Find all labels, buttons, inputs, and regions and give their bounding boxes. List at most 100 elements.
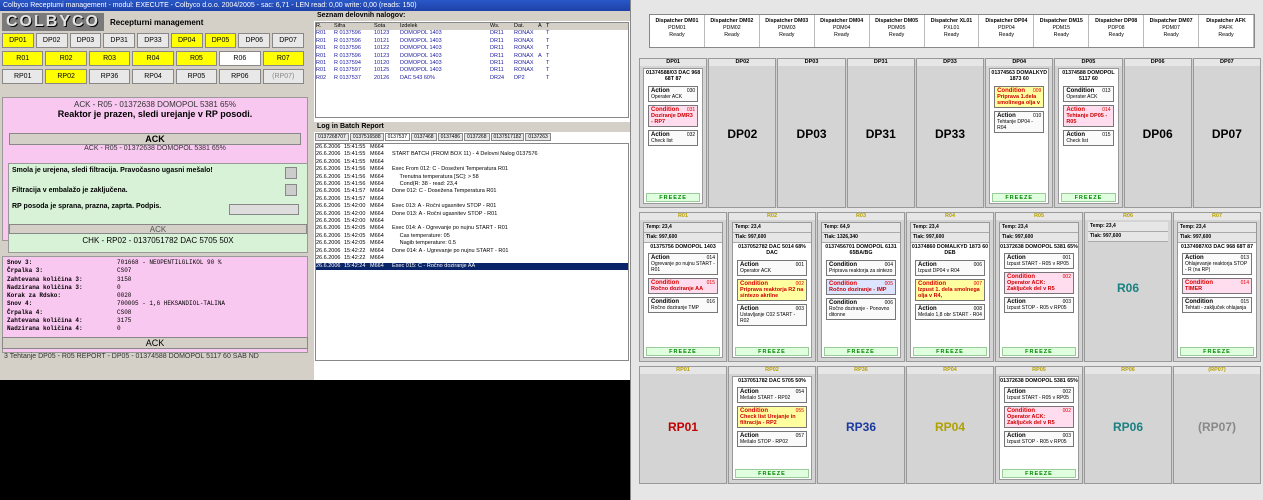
select-dp31-button[interactable]: DP31 (103, 33, 136, 48)
table-row[interactable]: R01 R 0137596 10121 DOMOPOL 1403 DR11 RONAX T (316, 38, 628, 45)
orders-col-header[interactable]: T (546, 23, 554, 30)
log-table[interactable]: 26.6.2006 15:41:55 M664 26.6.2006 15:41:55 M6… (315, 143, 629, 361)
step-card[interactable]: Action 015 Check list (1063, 129, 1114, 146)
unit-dp07[interactable]: DP07 DP07 (1192, 58, 1261, 208)
select-dp01-button[interactable]: DP01 (2, 33, 34, 48)
select-dp05-button[interactable]: DP05 (204, 33, 237, 48)
log-row[interactable]: 26.6.2006 15:41:55 M664 START BATCH (FROM B… (316, 151, 628, 158)
step-card[interactable]: Condition 015 Ročno doziranje AA (648, 278, 718, 295)
orders-table[interactable]: R. Šifra Šota Izdelek Ws. Dat. A T R01 R 0137596 1… (315, 22, 629, 118)
step-card[interactable]: Action 003 Izpust STOP - R05 v RP05 (1004, 431, 1074, 448)
step-card[interactable]: Action 002 Izpust START - R05 v RP05 (1004, 387, 1074, 404)
log-row[interactable]: 26.6.2006 15:42:00 M664 Done 013: A - Ročni… (316, 211, 628, 218)
tab-batch-0[interactable]: 0137268707 (315, 133, 349, 141)
step-card[interactable]: Condition 002 Operator ACK: Zaključek del … (1004, 272, 1074, 295)
select-dp03-button[interactable]: DP03 (69, 33, 102, 48)
table-row[interactable]: R02 R 0137537 20126 DAC 543 60% DR24 DP2 T (316, 75, 628, 82)
unit-rp06[interactable]: RP06 RP06 (1084, 366, 1172, 484)
freeze-button[interactable]: FREEZE (1180, 347, 1254, 356)
step-card[interactable]: Condition 013 Operater ACK (1063, 85, 1114, 102)
tab-batch-1[interactable]: 0137516588 (349, 133, 384, 141)
unit-dp03[interactable]: DP03 DP03 (777, 58, 846, 208)
freeze-button[interactable]: FREEZE (735, 469, 809, 478)
step-card[interactable]: Condition 002 Operator ACK: Zaključek del … (1004, 406, 1074, 429)
step-card[interactable]: Condition 016 Ročno doziranje TMP (648, 297, 718, 314)
unit-dp02[interactable]: DP02 DP02 (708, 58, 777, 208)
log-row[interactable]: 26.6.2006 15:41:55 M664 (316, 144, 628, 151)
unit-rp36[interactable]: RP36 RP36 (817, 366, 905, 484)
log-row[interactable]: 26.6.2006 15:42:22 M664 Done 014: A - Ugrev… (316, 248, 628, 255)
unit-rp05[interactable]: RP05 01372638 DOMOPOL 5381 65% Action 002 Iz… (995, 366, 1083, 484)
select-rp02-button[interactable]: RP02 (45, 69, 87, 84)
unit-r05[interactable]: R05 Temp: 23,4 Tlak: 997,600 01372638 DOMOP… (995, 212, 1083, 362)
signature-field[interactable] (229, 204, 299, 215)
unit-dp31[interactable]: DP31 DP31 (846, 58, 915, 208)
ack-button-3[interactable]: ACK (2, 337, 308, 349)
step-card[interactable]: Condition 014 TIMER (1182, 278, 1252, 295)
select-r01-button[interactable]: R01 (2, 51, 44, 66)
select-rp05-button[interactable]: RP05 (175, 69, 218, 84)
select-dp33-button[interactable]: DP33 (137, 33, 169, 48)
log-row[interactable]: 26.6.2006 15:42:05 M664 Nagib temperature:… (316, 240, 628, 247)
dispatcher-7[interactable]: Dispatcher DM15 PDM15 Ready (1034, 15, 1090, 47)
dispatcher-2[interactable]: Dispatcher DM03 PDM03 Ready (760, 15, 815, 47)
dispatcher-1[interactable]: Dispatcher DM02 PDM02 Ready (705, 15, 760, 47)
freeze-button[interactable]: FREEZE (824, 347, 898, 356)
freeze-button[interactable]: FREEZE (1061, 193, 1116, 202)
unit-rp02[interactable]: RP02 0137051782 DAC 5705 50% Action 054 Meša… (728, 366, 816, 484)
step-card[interactable]: Condition 006 Ročno doziranje - Ponovno di… (826, 297, 896, 320)
orders-col-header[interactable]: R. (316, 23, 334, 30)
unit-rp04[interactable]: RP04 RP04 (906, 366, 994, 484)
step-card[interactable]: Action 054 Mešalo START - RP02 (737, 387, 807, 404)
orders-col-header[interactable]: Ws. (490, 23, 514, 30)
dispatcher-10[interactable]: Dispatcher AFK PAFK Ready (1199, 15, 1254, 47)
table-row[interactable]: R01 R 0137596 10123 DOMOPOL 1403 DR11 RONAX T (316, 30, 628, 37)
step-card[interactable]: Action 006 Izpust DP04 v R04 (915, 259, 985, 276)
check-box-1[interactable] (285, 167, 297, 179)
dispatcher-4[interactable]: Dispatcher DM05 PDM05 Ready (870, 15, 925, 47)
table-row[interactable]: R01 R 0137594 10120 DOMOPOL 1403 DR11 RONAX T (316, 60, 628, 67)
select-r06-button[interactable]: R06 (219, 51, 261, 66)
step-card[interactable]: Condition 004 Priprava reaktorja za sintez… (826, 259, 896, 276)
log-row[interactable]: 26.6.2006 15:42:24 M664 Exec 015: C - Ročno… (316, 262, 628, 270)
step-card[interactable]: Action 014 Ogrevanje po nujnu START - R01 (648, 253, 718, 276)
table-row[interactable]: R01 R 0137596 10122 DOMOPOL 1403 DR11 RONAX T (316, 45, 628, 52)
select-dp07-button[interactable]: DP07 (272, 33, 304, 48)
log-row[interactable]: 26.6.2006 15:42:00 M664 Exec 013: A - Ročni… (316, 203, 628, 210)
step-card[interactable]: Action 014 Tehtanje DP05 - R05 (1063, 104, 1114, 127)
select-dp04-button[interactable]: DP04 (170, 33, 203, 48)
orders-col-header[interactable]: Šifra (334, 23, 374, 30)
log-row[interactable]: 26.6.2006 15:41:57 M664 (316, 196, 628, 203)
log-row[interactable]: 26.6.2006 15:41:56 M664 Exec From 012: C - … (316, 166, 628, 173)
log-row[interactable]: 26.6.2006 15:42:00 M664 (316, 218, 628, 225)
table-row[interactable]: R01 R 0137596 10123 DOMOPOL 1403 DR11 RONAX A T (316, 53, 628, 60)
freeze-button[interactable]: FREEZE (1002, 469, 1076, 478)
freeze-button[interactable]: FREEZE (1002, 347, 1076, 356)
ack-button[interactable]: ACK (9, 133, 301, 145)
select-rp04-button[interactable]: RP04 (132, 69, 174, 84)
log-row[interactable]: 26.6.2006 15:41:55 M664 (316, 159, 628, 166)
tab-batch-4[interactable]: 0137486 (437, 133, 464, 141)
select-r02-button[interactable]: R02 (45, 51, 87, 66)
dispatcher-8[interactable]: Dispatcher DP08 PDP08 Ready (1089, 15, 1145, 47)
unit-r07[interactable]: R07 Temp: 23,4 Tlak: 997,600 01374987/03 DA… (1173, 212, 1261, 362)
step-card[interactable]: Action 003 Ustavljanje C02 START - R02 (737, 303, 807, 326)
log-row[interactable]: 26.6.2006 15:42:05 M664 Čas temperature: 0… (316, 233, 628, 240)
unit-r02[interactable]: R02 Temp: 23,4 Tlak: 997,600 0137052782 DAC… (728, 212, 816, 362)
log-row[interactable]: 26.6.2006 15:41:56 M664 Cond(R: 38 - read:… (316, 181, 628, 188)
log-row[interactable]: 26.6.2006 15:41:57 M664 Done 012: C - Dosež… (316, 188, 628, 195)
step-card[interactable]: Action 008 Mešalo 1,8 obr START - R04 (915, 303, 985, 320)
unit-dp33[interactable]: DP33 DP33 (915, 58, 985, 208)
dispatcher-3[interactable]: Dispatcher DM04 PDM04 Ready (815, 15, 870, 47)
step-card[interactable]: Condition 002 Priprava reaktorja R2 na sin… (737, 278, 807, 301)
tab-batch-6[interactable]: 0137517182 (490, 133, 525, 141)
tab-batch-3[interactable]: 0137468 (411, 133, 437, 141)
select-rp01-button[interactable]: RP01 (2, 69, 44, 84)
dispatcher-9[interactable]: Dispatcher DM07 PDM07 Ready (1144, 15, 1200, 47)
step-card[interactable]: Action 057 Mešalo STOP - RP02 (737, 431, 807, 448)
freeze-button[interactable]: FREEZE (735, 347, 809, 356)
unit-r03[interactable]: R03 Temp: 64,9 Tlak: 1326,340 0137456701 DO… (817, 212, 905, 362)
table-row[interactable]: R01 R 0137597 10125 DOMOPOL 1403 DR11 RONAX T (316, 67, 628, 74)
step-card[interactable]: Action 010 Tehtanje DP04 - R04 (994, 110, 1045, 133)
freeze-button[interactable]: FREEZE (646, 193, 701, 202)
